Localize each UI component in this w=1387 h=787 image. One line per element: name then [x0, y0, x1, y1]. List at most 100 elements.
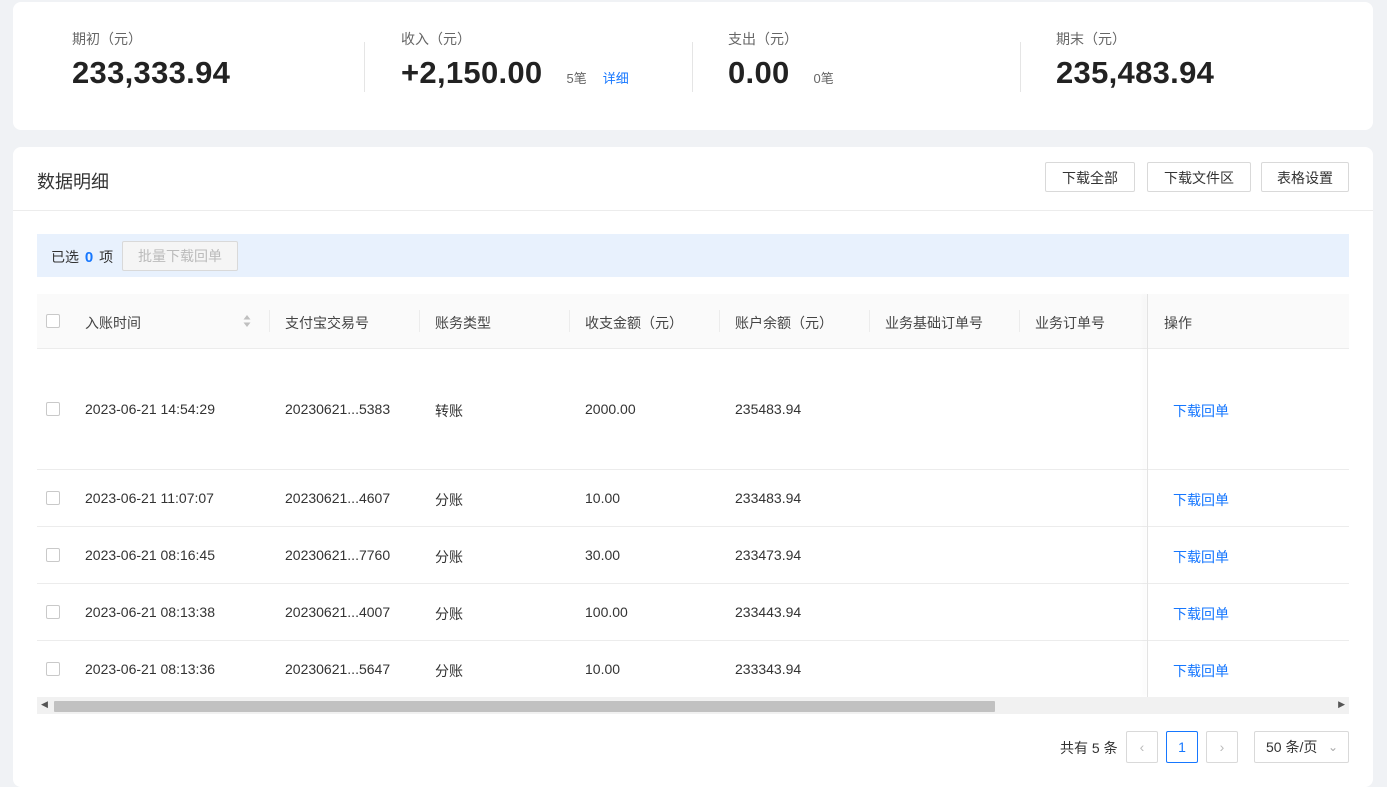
cell-trade-no: 20230621...5647: [285, 661, 391, 677]
fixed-column-shadow: [1147, 294, 1148, 697]
cell-balance: 233443.94: [735, 604, 802, 620]
closing-balance-stat: 期末（元） 235,483.94: [1056, 29, 1214, 91]
cell-time: 2023-06-21 14:54:29: [85, 401, 215, 417]
cell-time: 2023-06-21 11:07:07: [85, 490, 214, 506]
row-checkbox[interactable]: [46, 662, 60, 676]
income-count: 5笔: [566, 71, 587, 86]
download-receipt-link[interactable]: 下载回单: [1173, 547, 1229, 567]
column-separator: [869, 310, 870, 332]
table-row: 2023-06-21 08:13:38 20230621...4007 分账 1…: [37, 584, 1349, 641]
column-separator: [719, 310, 720, 332]
cell-balance: 233483.94: [735, 490, 802, 506]
chevron-right-icon: ›: [1219, 739, 1225, 755]
divider: [692, 42, 693, 92]
table-settings-button[interactable]: 表格设置: [1261, 162, 1349, 192]
cell-balance: 233343.94: [735, 661, 802, 677]
download-receipt-link[interactable]: 下载回单: [1173, 604, 1229, 624]
expense-stat: 支出（元） 0.00 0笔: [728, 29, 834, 91]
column-header-balance: 账户余额（元）: [735, 315, 833, 331]
scroll-right-icon[interactable]: ▶: [1338, 699, 1345, 710]
column-header-trade-no: 支付宝交易号: [285, 315, 369, 331]
column-header-order: 业务订单号: [1035, 315, 1105, 331]
table-row: 2023-06-21 08:13:36 20230621...5647 分账 1…: [37, 641, 1349, 697]
cell-time: 2023-06-21 08:13:38: [85, 604, 215, 620]
cell-trade-no: 20230621...7760: [285, 547, 391, 563]
prev-page-button[interactable]: ‹: [1126, 731, 1158, 763]
cell-balance: 235483.94: [735, 401, 802, 417]
cell-amount: 30.00: [585, 547, 621, 563]
page-size-select[interactable]: 50 条/页 ⌄: [1254, 731, 1349, 763]
scrollbar-thumb[interactable]: [54, 701, 995, 712]
cell-amount: 100.00: [585, 604, 628, 620]
bulk-download-button[interactable]: 批量下载回单: [122, 241, 238, 271]
page-size-value: 50 条/页: [1266, 739, 1318, 755]
table-row: 2023-06-21 14:54:29 20230621...5383 转账 2…: [37, 349, 1349, 470]
table-header: 入账时间 支付宝交易号 账务类型 收支金额（元） 账户余额（元） 业务基础订单号…: [37, 294, 1349, 349]
divider: [1020, 42, 1021, 92]
opening-label: 期初（元）: [72, 31, 142, 47]
cell-type: 分账: [435, 492, 463, 508]
cell-type: 转账: [435, 403, 463, 419]
download-file-area-button[interactable]: 下载文件区: [1147, 162, 1251, 192]
download-receipt-link[interactable]: 下载回单: [1173, 401, 1229, 421]
column-header-type: 账务类型: [435, 315, 491, 331]
cell-trade-no: 20230621...4007: [285, 604, 391, 620]
selection-bar: 已选 0 项 批量下载回单: [37, 234, 1349, 277]
expense-value: 0.00: [728, 55, 790, 90]
income-value: +2,150.00: [401, 55, 543, 90]
sort-icon[interactable]: [243, 314, 251, 328]
income-label: 收入（元）: [401, 31, 471, 47]
row-checkbox[interactable]: [46, 605, 60, 619]
chevron-left-icon: ‹: [1139, 739, 1145, 755]
column-header-time[interactable]: 入账时间: [85, 313, 141, 333]
cell-amount: 10.00: [585, 490, 621, 506]
column-separator: [569, 310, 570, 332]
cell-time: 2023-06-21 08:16:45: [85, 547, 215, 563]
divider: [364, 42, 365, 92]
cell-balance: 233473.94: [735, 547, 802, 563]
column-header-base-order: 业务基础订单号: [885, 315, 983, 331]
pagination-total: 共有 5 条: [1060, 740, 1118, 756]
page-number-button[interactable]: 1: [1166, 731, 1198, 763]
table-row: 2023-06-21 08:16:45 20230621...7760 分账 3…: [37, 527, 1349, 584]
column-header-action: 操作: [1164, 315, 1192, 331]
column-separator: [1019, 310, 1020, 332]
cell-time: 2023-06-21 08:13:36: [85, 661, 215, 677]
opening-balance-stat: 期初（元） 233,333.94: [72, 29, 230, 91]
row-checkbox[interactable]: [46, 491, 60, 505]
column-header-amount: 收支金额（元）: [585, 315, 683, 331]
selection-text: 已选 0 项: [51, 247, 113, 267]
income-detail-link[interactable]: 详细: [603, 68, 629, 87]
column-separator: [419, 310, 420, 332]
section-title: 数据明细: [37, 172, 109, 192]
expense-count: 0笔: [813, 71, 834, 86]
selection-count: 0: [84, 249, 94, 266]
download-all-button[interactable]: 下载全部: [1045, 162, 1135, 192]
next-page-button[interactable]: ›: [1206, 731, 1238, 763]
select-all-checkbox[interactable]: [46, 314, 60, 328]
cell-amount: 2000.00: [585, 401, 636, 417]
horizontal-scrollbar[interactable]: ◀ ▶: [37, 697, 1349, 714]
cell-amount: 10.00: [585, 661, 621, 677]
summary-card: 期初（元） 233,333.94 收入（元） +2,150.00 5笔 详细 支…: [13, 2, 1373, 130]
cell-type: 分账: [435, 663, 463, 679]
row-checkbox[interactable]: [46, 402, 60, 416]
table-row: 2023-06-21 11:07:07 20230621...4607 分账 1…: [37, 470, 1349, 527]
download-receipt-link[interactable]: 下载回单: [1173, 490, 1229, 510]
expense-label: 支出（元）: [728, 31, 798, 47]
opening-value: 233,333.94: [72, 55, 231, 90]
cell-type: 分账: [435, 606, 463, 622]
row-checkbox[interactable]: [46, 548, 60, 562]
scroll-left-icon[interactable]: ◀: [41, 699, 48, 710]
income-stat: 收入（元） +2,150.00 5笔 详细: [401, 29, 629, 91]
selection-suffix: 项: [99, 249, 114, 265]
cell-trade-no: 20230621...4607: [285, 490, 391, 506]
closing-value: 235,483.94: [1056, 55, 1215, 90]
download-receipt-link[interactable]: 下载回单: [1173, 661, 1229, 681]
cell-trade-no: 20230621...5383: [285, 401, 391, 417]
selection-prefix: 已选: [51, 249, 79, 265]
closing-label: 期末（元）: [1056, 31, 1126, 47]
cell-type: 分账: [435, 549, 463, 565]
column-separator: [269, 310, 270, 332]
detail-card: 数据明细 下载全部 下载文件区 表格设置 已选 0 项 批量下载回单 入账时间 …: [13, 147, 1373, 787]
